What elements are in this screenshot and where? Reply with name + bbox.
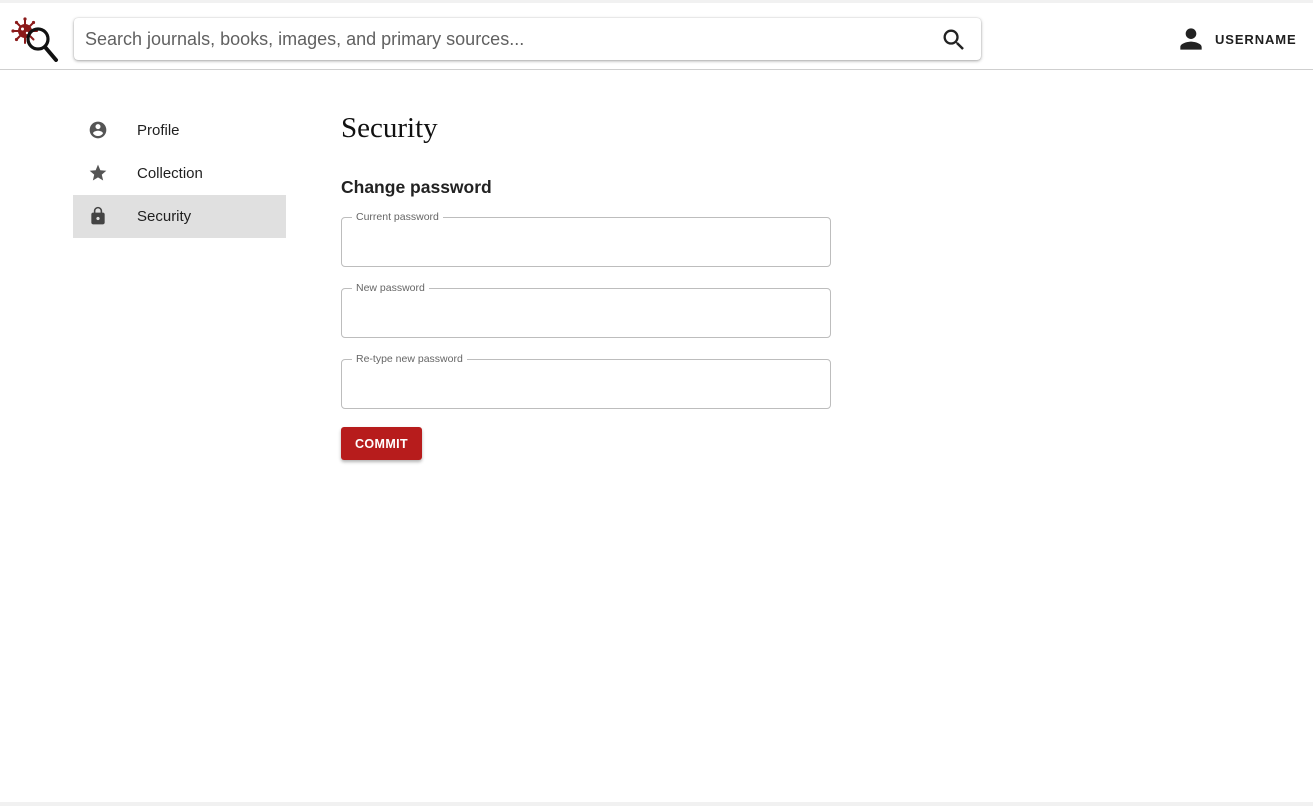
settings-sidebar: Profile Collection Security	[73, 109, 286, 238]
username-label: USERNAME	[1215, 31, 1297, 47]
search-icon[interactable]	[940, 26, 968, 54]
retype-password-field: Re-type new password	[341, 353, 831, 409]
logo-virus-magnifier-icon[interactable]	[10, 16, 62, 62]
current-password-input[interactable]	[342, 218, 830, 266]
current-password-field: Current password	[341, 211, 831, 267]
page-title: Security	[341, 112, 438, 144]
security-panel: Security Change password Current passwor…	[341, 110, 831, 460]
section-title: Change password	[341, 177, 492, 197]
bottom-strip	[0, 802, 1313, 806]
app-header: USERNAME	[0, 3, 1313, 70]
search-bar	[74, 18, 981, 60]
sidebar-item-collection[interactable]: Collection	[73, 152, 286, 195]
sidebar-item-profile[interactable]: Profile	[73, 109, 286, 152]
sidebar-item-label: Collection	[137, 165, 203, 182]
sidebar-item-label: Security	[137, 208, 192, 225]
star-icon	[89, 164, 107, 181]
lock-icon	[91, 206, 105, 225]
new-password-field: New password	[341, 282, 831, 338]
new-password-input[interactable]	[342, 289, 830, 337]
sidebar-item-label: Profile	[137, 122, 180, 139]
retype-password-input[interactable]	[342, 360, 830, 408]
sidebar-item-security[interactable]: Security	[73, 195, 286, 238]
person-icon	[1180, 28, 1202, 50]
account-circle-icon	[89, 121, 107, 139]
user-menu-button[interactable]: USERNAME	[1175, 23, 1297, 55]
search-input[interactable]	[74, 18, 934, 60]
commit-button[interactable]: COMMIT	[341, 427, 422, 460]
